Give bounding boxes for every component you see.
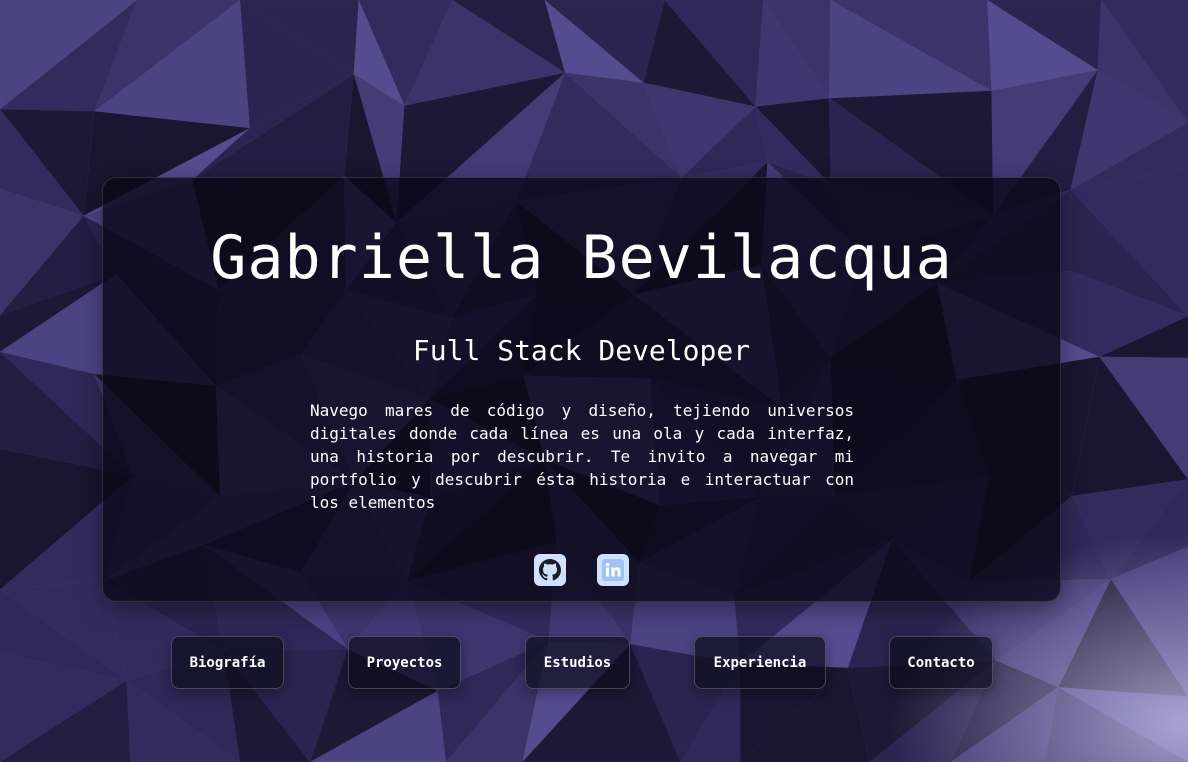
linkedin-link[interactable] [597,554,629,586]
profile-bio: Navego mares de código y diseño, tejiend… [310,401,854,512]
nav-button-proyectos[interactable]: Proyectos [348,636,461,689]
nav-button-estudios[interactable]: Estudios [525,636,630,689]
linkedin-icon [602,559,624,581]
nav-button-contacto[interactable]: Contacto [889,636,993,689]
nav-button-biografia[interactable]: Biografía [171,636,284,689]
profile-role: Full Stack Developer [412,334,751,367]
social-links [103,554,1060,586]
github-link[interactable] [534,554,566,586]
nav-button-experiencia[interactable]: Experiencia [694,636,826,689]
profile-name: Gabriella Bevilacqua [210,223,953,293]
github-icon [539,559,561,581]
hero-card: Gabriella Bevilacqua Full Stack Develope… [102,177,1061,602]
